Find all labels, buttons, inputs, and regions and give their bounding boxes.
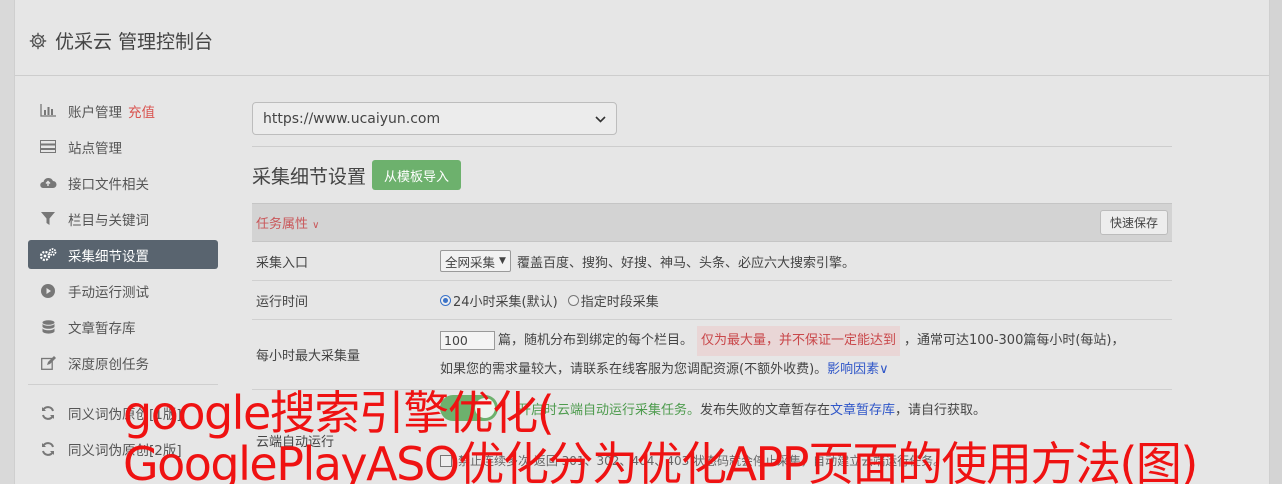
sidebar-item-label: 手动运行测试 xyxy=(68,284,149,301)
sidebar-item-label: 站点管理 xyxy=(68,140,122,157)
sidebar-item-sites[interactable]: 站点管理 xyxy=(28,132,218,161)
chevron-down-icon xyxy=(595,111,606,127)
quick-save-button[interactable]: 快速保存 xyxy=(1099,210,1168,235)
watermark-line-1: google搜索引擎优化( xyxy=(123,386,555,440)
radio-scheduled[interactable] xyxy=(567,294,579,306)
page-header: 优采云 管理控制台 xyxy=(15,6,1269,76)
factors-link[interactable]: 影响因素∨ xyxy=(827,362,889,377)
max-warning: 仅为最大量，并不保证一定能达到 xyxy=(697,325,901,356)
sidebar-item-columns-keywords[interactable]: 栏目与关键词 xyxy=(28,204,218,233)
scrollbar[interactable] xyxy=(1270,0,1282,484)
max-text-3: 如果您的需求量较大，请联系在线客服为您调配资源(不额外收费)。 xyxy=(440,361,828,377)
max-per-hour-input[interactable]: 100 xyxy=(440,331,495,350)
row-label: 采集入口 xyxy=(256,255,309,271)
sidebar-item-label: 深度原创任务 xyxy=(68,356,149,373)
radio-24h-label: 24小时采集(默认) xyxy=(453,294,558,310)
site-select[interactable]: https://www.ucaiyun.com xyxy=(252,102,617,135)
double-chevron-down-icon: ∨ xyxy=(312,220,320,231)
sidebar-item-label: 接口文件相关 xyxy=(68,176,149,193)
edit-icon xyxy=(39,355,57,370)
refresh-icon xyxy=(39,441,57,456)
refresh-icon xyxy=(39,405,57,420)
page-title: 优采云 管理控制台 xyxy=(55,31,214,53)
sidebar-item-collection-settings[interactable]: 采集细节设置 xyxy=(28,240,218,269)
row-label: 运行时间 xyxy=(256,294,309,310)
entry-select[interactable]: 全网采集 ▼ xyxy=(440,250,511,272)
row-label: 每小时最大采集量 xyxy=(256,349,361,364)
database-icon xyxy=(39,319,57,334)
cloud-upload-icon xyxy=(39,176,57,190)
sidebar-divider xyxy=(28,384,218,385)
row-max-per-hour: 每小时最大采集量 100 篇，随机分布到绑定的每个栏目。 仅为最大量，并不保证一… xyxy=(252,320,1172,390)
sidebar-item-deep-original[interactable]: 深度原创任务 xyxy=(28,348,218,377)
sidebar-item-label: 采集细节设置 xyxy=(68,248,149,265)
import-template-button[interactable]: 从模板导入 xyxy=(372,160,462,190)
sidebar-item-article-storage[interactable]: 文章暂存库 xyxy=(28,312,218,341)
sidebar-item-manual-test[interactable]: 手动运行测试 xyxy=(28,276,218,305)
sidebar-item-label: 栏目与关键词 xyxy=(68,212,149,229)
task-properties-toggle[interactable]: 任务属性 ∨ xyxy=(256,213,319,232)
bar-chart-icon xyxy=(39,104,57,118)
play-circle-icon xyxy=(39,283,57,298)
server-icon xyxy=(39,140,57,154)
sidebar-item-label: 账户管理 xyxy=(68,104,122,121)
task-properties-bar: 任务属性 ∨ 快速保存 xyxy=(252,203,1172,242)
radio-scheduled-label: 指定时段采集 xyxy=(580,294,659,310)
section-header: 采集细节设置 从模板导入 xyxy=(252,147,1172,203)
section-title: 采集细节设置 xyxy=(252,165,367,188)
row-run-time: 运行时间 24小时采集(默认) 指定时段采集 xyxy=(252,281,1172,320)
site-select-value: https://www.ucaiyun.com xyxy=(263,110,441,127)
sidebar-item-account[interactable]: 账户管理 充值 xyxy=(28,96,218,125)
watermark-line-2: GooglePlayASO优化分为优化APP页面的使用方法(图) xyxy=(123,437,1198,484)
gear-icon xyxy=(29,32,47,50)
entry-description: 覆盖百度、搜狗、好搜、神马、头条、必应六大搜索引擎。 xyxy=(516,255,855,271)
row-entry: 采集入口 全网采集 ▼ 覆盖百度、搜狗、好搜、神马、头条、必应六大搜索引擎。 xyxy=(252,242,1172,281)
gears-icon xyxy=(39,247,57,262)
sidebar-item-label: 文章暂存库 xyxy=(68,320,136,337)
watermark-title: google搜索引擎优化( GooglePlayASO优化分为优化APP页面的使… xyxy=(123,386,1198,484)
max-text-1: 篇，随机分布到绑定的每个栏目。 xyxy=(498,332,694,348)
radio-24h[interactable] xyxy=(440,294,451,306)
max-text-2: ，通常可达100-300篇每小时(每站)， xyxy=(904,332,1125,348)
sidebar-item-interface-files[interactable]: 接口文件相关 xyxy=(28,168,218,197)
recharge-link[interactable]: 充值 xyxy=(128,101,155,121)
filter-icon xyxy=(39,212,57,226)
chevron-down-icon: ▼ xyxy=(499,256,506,266)
